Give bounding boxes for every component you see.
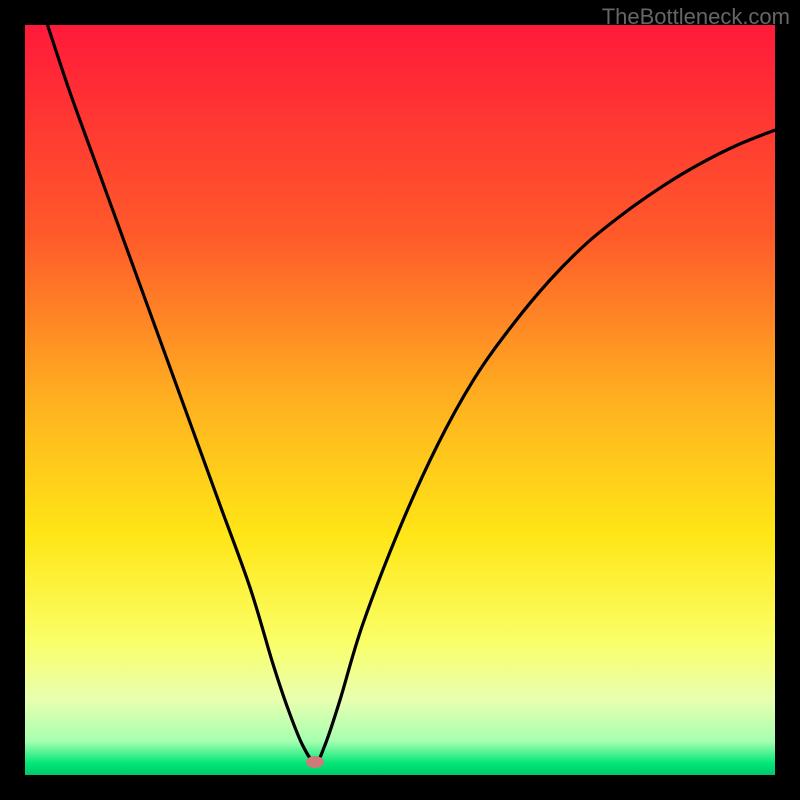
curve-path (48, 25, 776, 762)
optimal-marker (306, 756, 324, 768)
chart-container (25, 25, 775, 775)
chart-plot-area (25, 25, 775, 775)
bottleneck-curve (25, 25, 775, 775)
attribution-text: TheBottleneck.com (602, 4, 790, 30)
